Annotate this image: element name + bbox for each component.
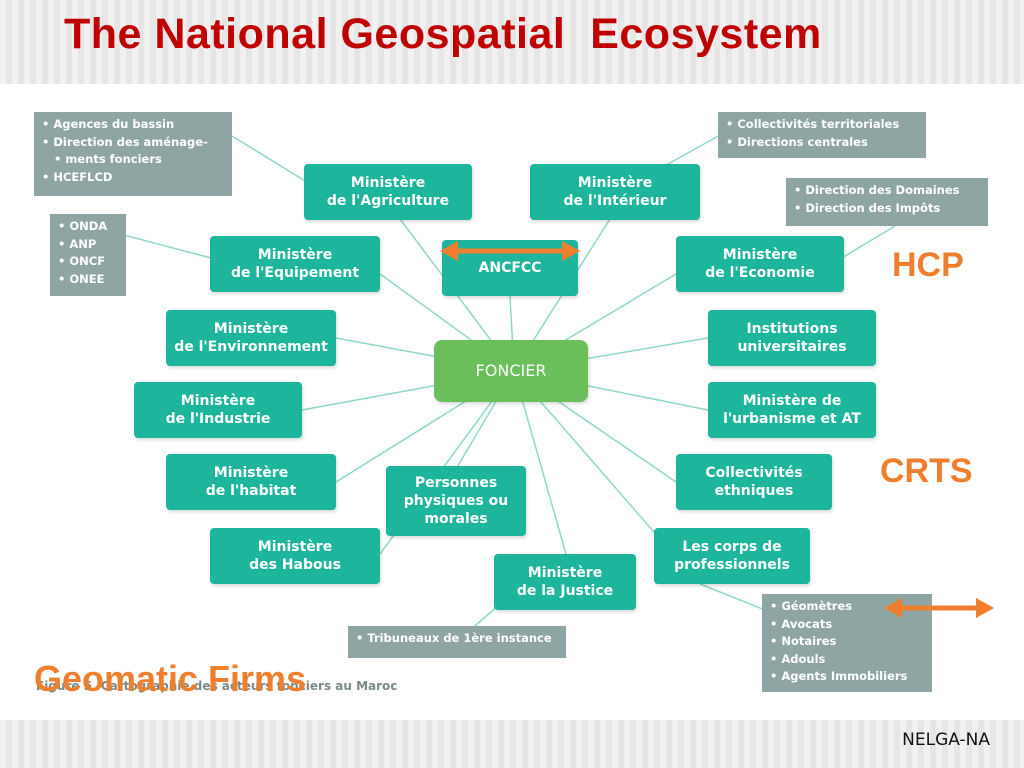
note-item: Adouls [770,651,924,669]
note-item: Agences du bassin [42,116,224,134]
note-item: Tribuneaux de 1ère instance [356,630,558,648]
node-industrie: Ministère de l'Industrie [134,382,302,438]
double-arrow-icon [440,241,580,261]
node-economie: Ministère de l'Economie [676,236,844,292]
node-collectivites-ethniques: Collectivités ethniques [676,454,832,510]
diagram-panel: Agences du bassin Direction des aménage-… [0,84,1024,720]
node-equipement: Ministère de l'Equipement [210,236,380,292]
label-hcp: HCP [892,246,964,284]
double-arrow-icon [884,598,994,618]
node-urbanisme: Ministère de l'urbanisme et AT [708,382,876,438]
node-interieur: Ministère de l'Intérieur [530,164,700,220]
connector-line [231,135,311,185]
note-item: ANP [58,236,118,254]
connector-line [119,233,216,260]
note-item: Direction des Domaines [794,182,980,200]
note-onda: ONDA ANP ONCF ONEE [50,214,126,296]
note-item: ments fonciers [42,151,224,169]
node-justice: Ministère de la Justice [494,554,636,610]
label-geomatic-firms: Geomatic Firms [34,658,307,699]
connector-line [699,583,766,611]
node-professionnels: Les corps de professionnels [654,528,810,584]
node-habitat: Ministère de l'habitat [166,454,336,510]
note-item: ONCF [58,253,118,271]
note-item: Agents Immobiliers [770,668,924,686]
node-personnes: Personnes physiques ou morales [386,466,526,536]
note-item: ONEE [58,271,118,289]
connector-line [839,225,896,260]
page-title: The National Geospatial Ecosystem [64,10,822,58]
note-domaines: Direction des Domaines Direction des Imp… [786,178,988,226]
note-item: HCEFLCD [42,169,224,187]
note-collectivites-territoriales: Collectivités territoriales Directions c… [718,112,926,158]
note-tribunaux: Tribuneaux de 1ère instance [348,626,566,658]
note-item: Notaires [770,633,924,651]
node-agriculture: Ministère de l'Agriculture [304,164,472,220]
label-crts: CRTS [880,452,973,490]
node-habous: Ministère des Habous [210,528,380,584]
node-foncier: FONCIER [434,340,588,402]
node-environnement: Ministère de l'Environnement [166,310,336,366]
note-item: Collectivités territoriales [726,116,918,134]
note-item: ONDA [58,218,118,236]
node-institutions: Institutions universitaires [708,310,876,366]
note-item: Direction des Impôts [794,200,980,218]
note-agences: Agences du bassin Direction des aménage-… [34,112,232,196]
note-item: Directions centrales [726,134,918,152]
note-item: Direction des aménage- [42,134,224,152]
footer-label: NELGA-NA [902,730,990,750]
